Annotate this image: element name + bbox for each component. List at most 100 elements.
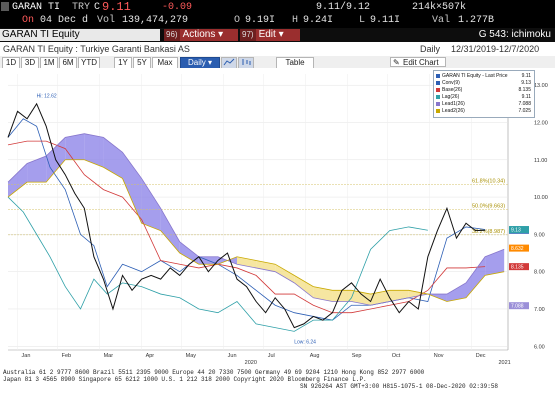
legend-label: Lead1(26): [442, 101, 465, 107]
security-description: GARAN TI Equity : Turkiye Garanti Bankas…: [3, 44, 190, 54]
x-tick-label: Mar: [104, 353, 114, 359]
quote-high: 9.24I: [303, 15, 334, 26]
legend-label: Conv(9): [442, 80, 460, 86]
footer-session-line: SN 926264 AST GMT+3:00 H815-1075-1 08-De…: [300, 383, 499, 390]
date-range[interactable]: 12/31/2019-12/7/2020: [451, 43, 539, 55]
x-tick-label: Dec: [476, 353, 486, 359]
legend-conv-row: Conv(9) 9.13: [436, 80, 532, 86]
legend-label: Lag(26): [442, 94, 460, 100]
legend-swatch: [436, 80, 440, 85]
y-tick-label: 6.00: [534, 344, 545, 350]
edit-chart-icon: ✎: [393, 58, 400, 67]
quote-bid-ask: 9.11/9.12: [316, 2, 371, 13]
legend-lag-row: Lag(26) 9.11: [436, 94, 532, 100]
y-tick-label: 10.00: [534, 195, 548, 201]
x-tick-label: Aug: [310, 353, 320, 359]
quote-volume: 139,474,279: [122, 15, 189, 26]
x-tick-label: Nov: [434, 353, 444, 359]
ichimoku-cloud-segment: [294, 275, 314, 298]
quote-size: 214k×507k: [412, 2, 467, 13]
legend-swatch: [436, 101, 440, 106]
x-tick-label: May: [186, 353, 197, 359]
low-label: Low: 6.24: [294, 339, 316, 345]
quote-ticker[interactable]: GARAN TI: [12, 2, 60, 14]
ichimoku-cloud-segment: [160, 208, 180, 254]
y-tick-label: 13.00: [534, 83, 548, 89]
edit-chart-label: Edit Chart: [403, 58, 439, 67]
study-label: G 543: ichimoku: [478, 29, 551, 40]
quote-open: 9.19I: [245, 15, 276, 26]
quote-val-label: Val: [432, 15, 451, 26]
ichimoku-cloud-segment: [65, 133, 85, 160]
legend-value: 8.135: [518, 87, 531, 93]
description-bar: GARAN TI Equity : Turkiye Garanti Bankas…: [0, 42, 555, 57]
footer: Australia 61 2 9777 8600 Brazil 5511 239…: [0, 368, 555, 400]
legend-value: 7.025: [518, 108, 531, 114]
fib-level-label: 38.2%(8.987): [472, 229, 505, 235]
year-label: 2021: [498, 360, 510, 366]
quote-header: GARAN TI TRY C 9.11 -0.09 9.11/9.12 214k…: [0, 0, 555, 28]
legend-value: 9.11: [521, 94, 531, 100]
edit-chart-button[interactable]: ✎ Edit Chart: [390, 57, 446, 67]
legend-label: Base(26): [442, 87, 463, 93]
y-tick-label: 7.00: [534, 307, 545, 313]
legend-label: Lead2(26): [442, 108, 465, 114]
legend-swatch: [436, 94, 440, 99]
chart-legend: GARAN TI Equity - Last Price 9.11 Conv(9)…: [433, 70, 535, 118]
fib-level-label: 61.8%(10.34): [472, 178, 505, 184]
x-tick-label: Apr: [146, 353, 155, 359]
x-tick-label: Oct: [392, 353, 401, 359]
x-tick-label: Feb: [62, 353, 71, 359]
fib-level-label: 50.0%(9.663): [472, 204, 505, 210]
y-tick-label: 8.00: [534, 270, 545, 276]
quote-change: -0.09: [162, 2, 193, 13]
ichimoku-cloud-segment: [122, 152, 142, 224]
x-tick-label: Jun: [228, 353, 237, 359]
quote-vol-label: Vol: [97, 15, 116, 26]
security-field[interactable]: GARAN TI Equity: [0, 29, 160, 41]
y-tick-label: 12.00: [534, 120, 548, 126]
legend-title-row: GARAN TI Equity - Last Price 9.11: [436, 73, 532, 79]
price-tag-label: 8.632: [511, 246, 524, 252]
ichimoku-cloud-segment: [84, 133, 104, 168]
edit-menu-number: 97): [240, 29, 256, 41]
quote-flag: C: [94, 2, 101, 13]
legend-title: GARAN TI Equity - Last Price: [442, 73, 508, 79]
edit-menu-button[interactable]: 97) Edit ▾: [240, 29, 300, 41]
actions-menu-button[interactable]: 96) Actions ▾: [164, 29, 238, 41]
price-tag-label: 7.088: [511, 304, 524, 310]
legend-base-row: Base(26) 8.135: [436, 87, 532, 93]
legend-lead2-row: Lead2(26) 7.025: [436, 108, 532, 114]
actions-menu-number: 96): [164, 29, 180, 41]
x-tick-label: Jan: [22, 353, 31, 359]
legend-swatch: [436, 108, 440, 113]
legend-swatch: [436, 73, 440, 78]
price-tag-label: 8.135: [511, 265, 524, 271]
legend-swatch: [436, 87, 440, 92]
x-tick-label: Sep: [352, 353, 362, 359]
ichimoku-cloud-segment: [103, 137, 123, 179]
year-label: 2020: [245, 360, 257, 366]
title-bar: GARAN TI Equity 96) Actions ▾ 97) Edit ▾ G…: [0, 28, 555, 42]
ichimoku-cloud-segment: [141, 178, 161, 231]
ichimoku-cloud-segment: [408, 290, 428, 298]
y-tick-label: 11.00: [534, 158, 547, 164]
high-label: Hi: 12.62: [37, 93, 57, 99]
legend-lead1-row: Lead1(26) 7.088: [436, 101, 532, 107]
actions-menu-label: Actions ▾: [182, 29, 224, 40]
quote-val: 1.277B: [458, 15, 495, 26]
x-tick-label: Jul: [268, 353, 275, 359]
edit-menu-label: Edit ▾: [258, 29, 284, 40]
quote-high-label: H: [292, 15, 299, 26]
quote-date: 04 Dec d: [40, 15, 89, 26]
ichimoku-cloud-segment: [332, 290, 352, 302]
legend-title-value: 9.11: [521, 73, 531, 79]
price-tag-label: 9.13: [511, 228, 521, 234]
quote-on-label: On: [22, 15, 35, 26]
frequency-label: Daily: [420, 44, 441, 54]
y-tick-label: 9.00: [534, 232, 545, 238]
ichimoku-cloud-segment: [179, 241, 199, 265]
price-chart[interactable]: 61.8%(10.34) 50.0%(9.663) 38.2%(8.987) 13.…: [0, 68, 555, 368]
quote-currency: TRY: [72, 2, 91, 13]
quote-low: 9.11I: [370, 15, 401, 26]
